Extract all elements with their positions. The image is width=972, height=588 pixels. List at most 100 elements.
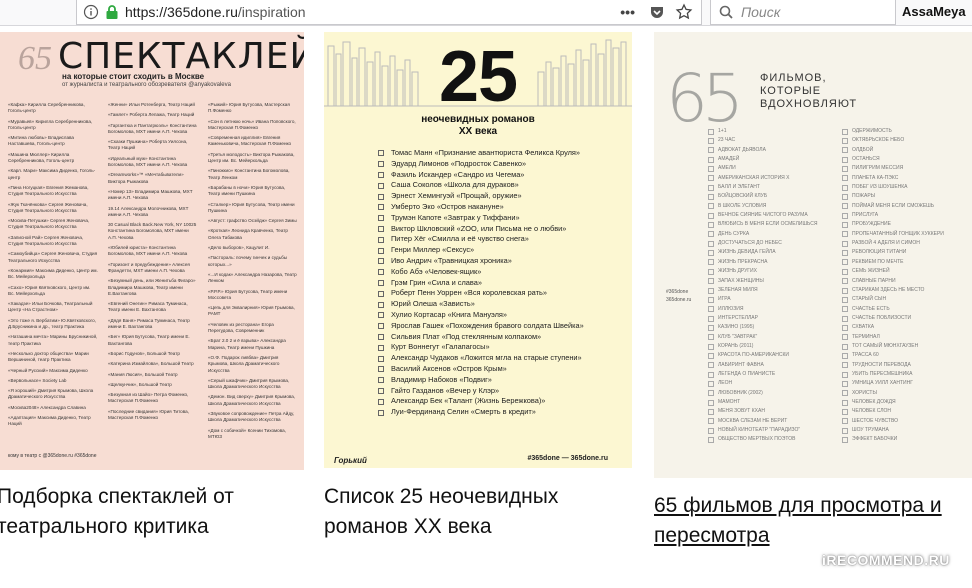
checkbox-icon xyxy=(708,427,714,434)
play-item: «Гамлет» Роберта Лепажа, Театр Наций xyxy=(108,112,195,118)
film-item: МЕНЯ ЗОВУТ КХАН xyxy=(708,407,817,416)
plays-card-image[interactable]: 65 СПЕКТАКЛЕЙ на которые стоит сходить в… xyxy=(0,32,304,470)
book-title: Сильвия Плат «Под стеклянным колпаком» xyxy=(391,331,542,341)
film-item: РЕКВИЕМ ПО МЕЧТЕ xyxy=(842,258,944,267)
play-item: «Dreamworks»™ «Мечтабыватели» Виктора Ры… xyxy=(108,172,184,184)
book-item: Фазиль Искандер «Сандро из Чегема» xyxy=(378,170,584,181)
film-title: КРАСОТА ПО-АМЕРИКАНСКИ xyxy=(718,352,790,359)
film-item: ВЕЧНОЕ СИЯНИЕ ЧИСТОГО РАЗУМА xyxy=(708,211,817,220)
book-title: Гайто Газданов «Вечер у Клэр» xyxy=(391,385,500,395)
address-bar[interactable]: https://365done.ru/inspiration ••• xyxy=(76,0,702,25)
film-item: БОЙЦОВСКИЙ КЛУБ xyxy=(708,192,817,201)
films-caption-link[interactable]: 65 фильмов для просмотра и пересмотра xyxy=(654,491,964,551)
film-item: МАМОНТ xyxy=(708,398,817,407)
play-item: «Август: графство Осэйдж» Сергея Зимы xyxy=(208,218,297,224)
checkbox-icon xyxy=(708,259,714,266)
film-item: ШЕСТОЕ ЧУВСТВО xyxy=(842,417,944,426)
book-item: Василий Аксенов «Остров Крым» xyxy=(378,364,584,375)
play-item: «Дядя Ваня» Римаса Туминаса, Театр имени… xyxy=(108,317,190,330)
film-title: ОКТЯБРЬСКОЕ НЕБО xyxy=(852,137,905,144)
checkbox-icon xyxy=(378,204,384,211)
film-title: ТОТ САМЫЙ МЮНХГАУЗЕН xyxy=(852,342,919,349)
book-title: Томас Манн «Признание авантюриста Феликс… xyxy=(391,148,581,157)
film-title: ШОУ ТРУМАНА xyxy=(852,427,889,433)
plays-caption-link[interactable]: Подборка спектаклей от театрального крит… xyxy=(0,482,297,542)
username[interactable]: AssaMeya xyxy=(902,4,966,19)
film-title: СЧАСТЬЕ ЕСТЬ xyxy=(852,305,890,312)
checkbox-icon xyxy=(708,390,714,397)
checkbox-icon xyxy=(378,225,384,232)
play-item: «О.Ф. Подарок ливбва» Дмитрия Крымова, Ш… xyxy=(208,354,280,373)
checkbox-icon xyxy=(842,390,848,397)
play-item: «Барабаны в ночи» Юрия Бутусова, Театр и… xyxy=(208,184,286,197)
checkbox-icon xyxy=(708,268,714,275)
checkbox-icon xyxy=(708,352,714,359)
pocket-icon[interactable] xyxy=(649,4,665,20)
film-item: СЧАСТЬЕ ЕСТЬ xyxy=(842,305,944,314)
checkbox-icon xyxy=(842,362,848,369)
lock-icon[interactable] xyxy=(105,4,119,20)
search-icon xyxy=(719,5,733,19)
film-title: ВЛЮБИСЬ В МЕНЯ ЕСЛИ ОСМЕЛИШЬСЯ xyxy=(718,221,818,228)
plays-column: «Женни» Ильи Ротенберга, Театр Наций «Гам… xyxy=(108,102,198,444)
checkbox-icon xyxy=(708,334,714,341)
film-item: АДВОКАТ ДЬЯВОЛА xyxy=(708,146,817,155)
play-item: «Бег» Юрия Бутусова, Театр имени Е. Вахт… xyxy=(108,334,190,346)
more-icon[interactable]: ••• xyxy=(620,4,635,20)
film-title: ЗАПАХ ЖЕНЩИНЫ xyxy=(718,277,764,284)
play-item: «Адаптация» Максима Диденко, Театр Наций xyxy=(8,414,91,427)
film-item: НОВЫЙ КИНОТЕАТР "ПАРАДИЗО" xyxy=(708,426,817,435)
film-item: ОБЩЕСТВО МЕРТВЫХ ПОЭТОВ xyxy=(708,435,817,444)
film-title: ПОБЕГ ИЗ ШОУШЕНКА xyxy=(852,184,908,191)
film-list-right: ОДЕРЖИМОСТЬ ОКТЯБРЬСКОЕ НЕБО ОЛДБОЙ ОСТАНЬС… xyxy=(842,127,944,445)
film-item: ПЛАНЕТА КА-ПЭКС xyxy=(842,174,944,183)
checkbox-icon xyxy=(708,147,714,154)
film-title: ХОРИСТЫ xyxy=(852,389,877,396)
info-icon[interactable] xyxy=(83,4,99,20)
card-heading: ФИЛЬМОВ, КОТОРЫЕ ВДОХНОВЛЯЮТ xyxy=(760,72,857,111)
checkbox-icon xyxy=(842,324,848,331)
film-title: ИНТЕРСТЕЛЛАР xyxy=(718,314,758,321)
films-card-image[interactable]: 65 ФИЛЬМОВ, КОТОРЫЕ ВДОХНОВЛЯЮТ #365done… xyxy=(654,32,972,478)
film-title: ЧЕЛОВЕК ДОЖДЯ xyxy=(852,398,896,405)
film-item: ШОУ ТРУМАНА xyxy=(842,426,944,435)
book-item: Саша Соколов «Школа для дураков» xyxy=(378,180,584,191)
play-item: «Сказки Пушкина» Роберта Уилсона, Театр … xyxy=(108,139,188,151)
play-item: «Гаргантюа и Пантагрюэль» Константина Бо… xyxy=(108,122,197,134)
film-title: ЗЕЛЕНАЯ МИЛЯ xyxy=(718,286,758,293)
book-item: Курт Воннегут «Галапагосы» xyxy=(378,342,584,353)
checkbox-icon xyxy=(842,259,848,266)
play-item: «Юбилей юриста» Константина Богомолова, … xyxy=(108,245,188,257)
book-item: Ярослав Гашек «Похождения бравого солдат… xyxy=(378,321,584,332)
play-item: «Сталкер» Юрия Бутусова, Театр имени Пуш… xyxy=(208,201,295,213)
film-item: ХОРИСТЫ xyxy=(842,389,944,398)
book-title: Василий Аксенов «Остров Крым» xyxy=(391,363,507,373)
play-item: «Идеальный муж» Константина Богомолова, … xyxy=(108,155,188,168)
novels-card-image[interactable]: 25 неочевидных романов XX века Томас Ман… xyxy=(324,32,632,468)
book-title: Иво Андрич «Травницкая хроника» xyxy=(391,255,512,265)
checkbox-icon xyxy=(378,366,384,373)
book-title: Умберто Эко «Остров накануне» xyxy=(391,201,504,211)
checkbox-icon xyxy=(708,156,714,163)
film-title: ОДЕРЖИМОСТЬ xyxy=(852,128,892,134)
play-item: «Вервольнасе» Society Lab xyxy=(8,377,67,383)
search-field[interactable]: Поиск xyxy=(710,0,896,25)
play-item: «Безумный день, или Женитьба Фигаро» Вла… xyxy=(108,278,196,296)
card-footer: кому в театр с @365done.ru #365done xyxy=(8,453,97,459)
novels-caption-link[interactable]: Список 25 неочевидных романов XX века xyxy=(324,482,624,542)
bookmark-star-icon[interactable] xyxy=(675,3,693,21)
film-title: КАЗИНО (1995) xyxy=(718,324,755,331)
film-item: ПРОПЕЧАТАННЫЙ ГОНЩИК ХУККЕРИ xyxy=(842,230,944,239)
play-item: «Я хороший» Дмитрия Крымова, Школа Драма… xyxy=(8,388,94,400)
film-title: МЕНЯ ЗОВУТ КХАН xyxy=(718,408,765,415)
checkbox-icon xyxy=(708,437,714,444)
film-item: ЧЕЛОВЕК ДОЖДЯ xyxy=(842,398,944,407)
film-item: СТАРЫЙ СЫН xyxy=(842,295,944,304)
play-item: «Несколько доктор общества» Марии Вершин… xyxy=(8,350,89,363)
film-item: ВЛЮБИСЬ В МЕНЯ ЕСЛИ ОСМЕЛИШЬСЯ xyxy=(708,220,817,229)
play-item: «Карл. Мари» Максима Диденко, Гоголь-цен… xyxy=(8,168,96,180)
checkbox-icon xyxy=(378,247,384,254)
film-title: В ШКОЛЕ УСЛОВИЯ xyxy=(718,202,767,209)
checkbox-icon xyxy=(378,171,384,178)
book-item: Эрнест Хемингуэй «Прощай, оружие» xyxy=(378,191,584,202)
